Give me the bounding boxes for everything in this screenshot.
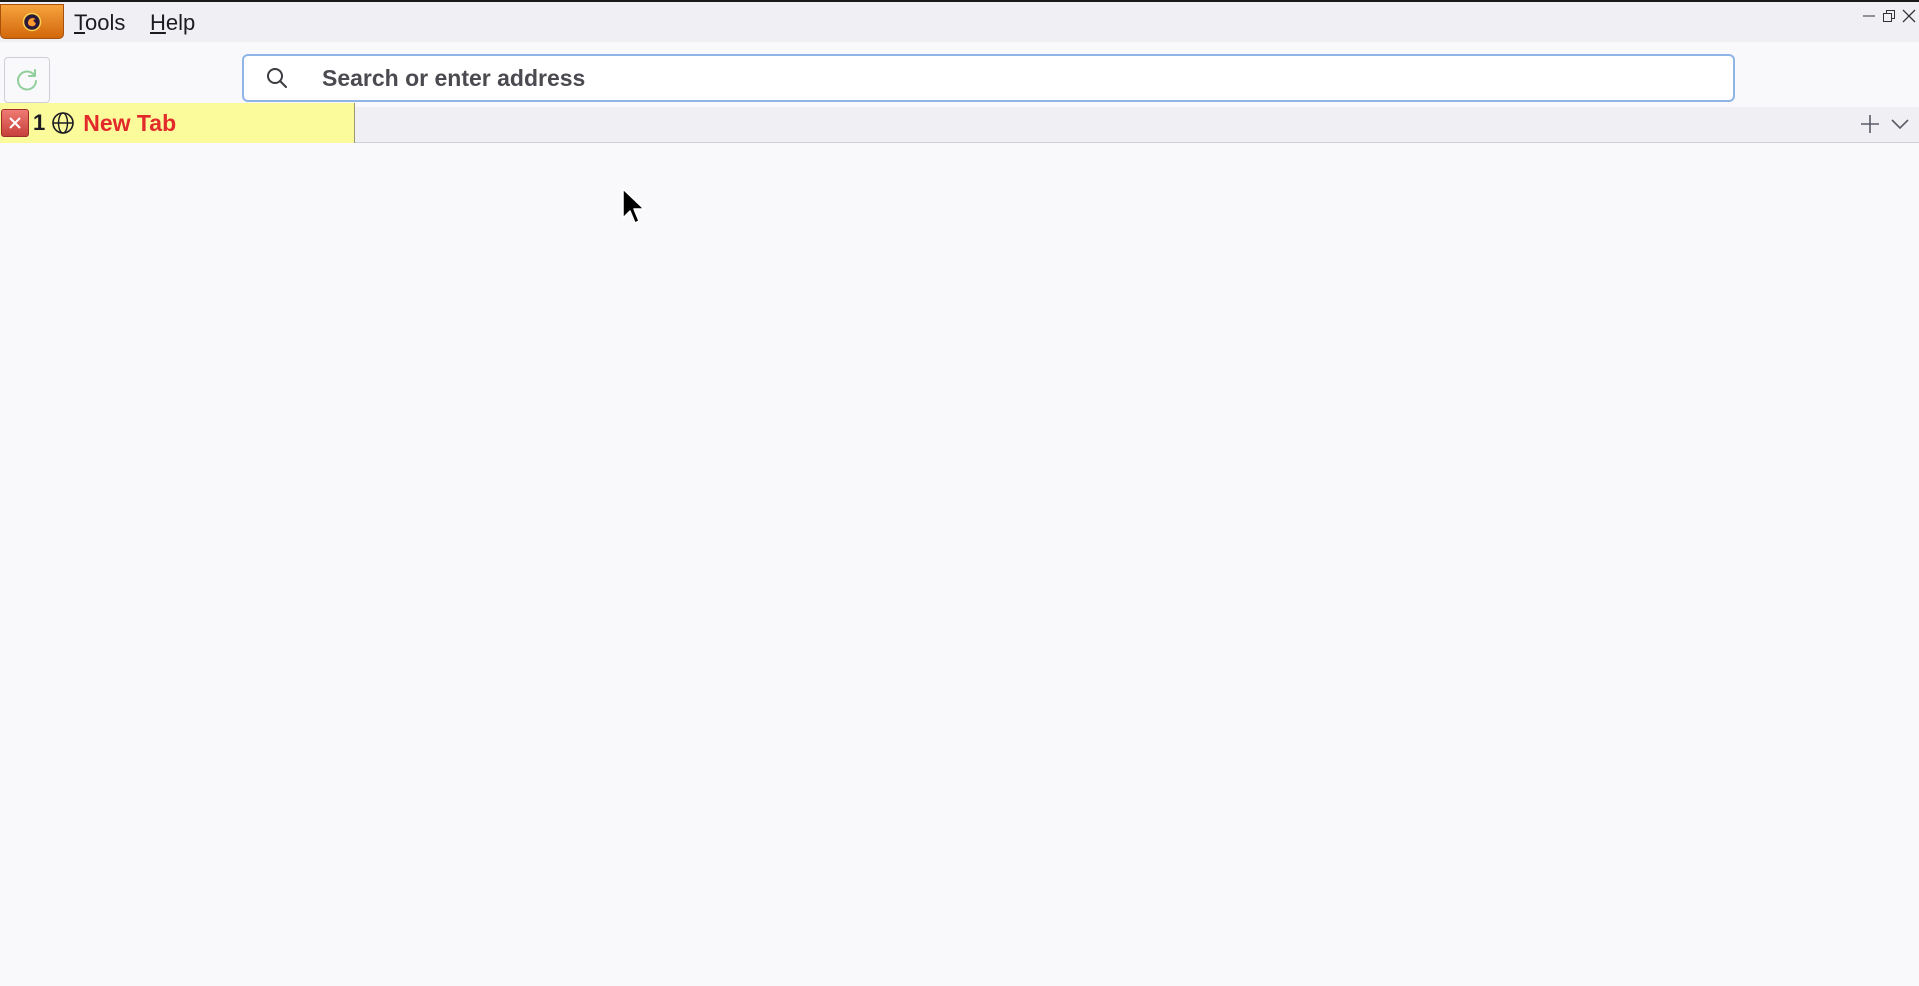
address-bar[interactable] — [242, 54, 1735, 102]
mouse-cursor-icon — [622, 188, 645, 224]
restore-icon — [1883, 10, 1895, 22]
menu-item-help-accel: H — [150, 10, 166, 35]
plus-icon — [1861, 115, 1879, 133]
menu-bar: Tools Help — [0, 2, 1919, 42]
address-input[interactable] — [320, 59, 1733, 97]
reload-button[interactable] — [4, 57, 50, 103]
globe-icon — [51, 111, 75, 135]
browser-logo-icon — [22, 12, 42, 31]
minimize-button[interactable] — [1859, 4, 1879, 28]
menu-item-tools-accel: T — [74, 10, 85, 35]
close-window-button[interactable] — [1899, 4, 1919, 28]
menu-item-tools-label: ools — [85, 10, 126, 35]
restore-button[interactable] — [1879, 4, 1899, 28]
app-menu-button[interactable] — [0, 4, 64, 39]
menu-item-help-label: elp — [165, 10, 196, 35]
tab-close-button[interactable] — [1, 109, 29, 137]
chevron-down-icon — [1891, 119, 1909, 130]
search-icon — [264, 65, 290, 91]
tab-index: 1 — [33, 110, 46, 135]
tab-new-tab[interactable]: 1 New Tab — [0, 103, 355, 143]
page-content — [0, 143, 1919, 986]
browser-window: Tools Help Search or enter address 1 New… — [0, 0, 1919, 986]
list-all-tabs-button[interactable] — [1887, 111, 1913, 137]
close-tab-icon — [9, 117, 21, 129]
menu-item-tools[interactable]: Tools — [74, 10, 125, 36]
window-controls — [1859, 4, 1919, 28]
menu-item-help[interactable]: Help — [150, 10, 195, 36]
navigation-toolbar — [0, 47, 1919, 107]
new-tab-button[interactable] — [1857, 111, 1883, 137]
minimize-icon — [1863, 15, 1875, 17]
tab-title: New Tab — [83, 109, 177, 136]
close-icon — [1902, 9, 1916, 23]
tab-strip: 1 New Tab — [0, 103, 1919, 143]
reload-icon — [17, 69, 37, 91]
